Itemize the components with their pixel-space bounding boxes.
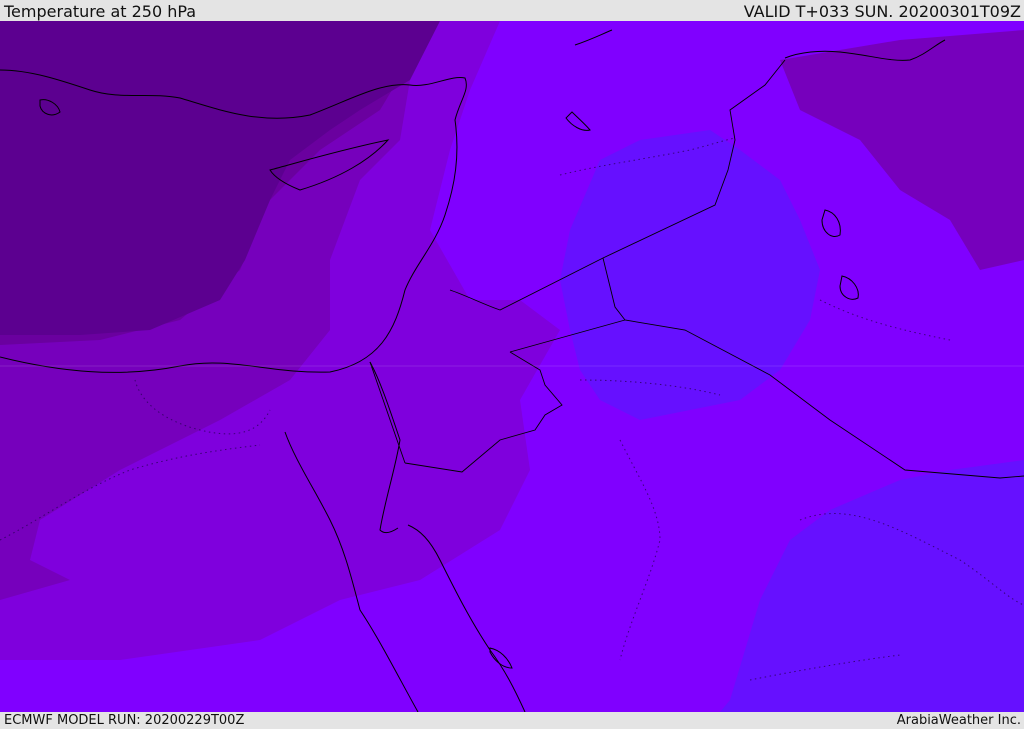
model-run-label: ECMWF MODEL RUN: 20200229T00Z	[4, 713, 245, 728]
footer-bar: ECMWF MODEL RUN: 20200229T00Z ArabiaWeat…	[0, 712, 1024, 729]
temperature-map[interactable]	[0, 21, 1024, 712]
credit-label: ArabiaWeather Inc.	[896, 713, 1021, 728]
map-title: Temperature at 250 hPa	[4, 2, 197, 21]
valid-time-label: VALID T+033 SUN. 20200301T09Z	[743, 2, 1021, 21]
header-bar: Temperature at 250 hPa VALID T+033 SUN. …	[0, 0, 1024, 21]
